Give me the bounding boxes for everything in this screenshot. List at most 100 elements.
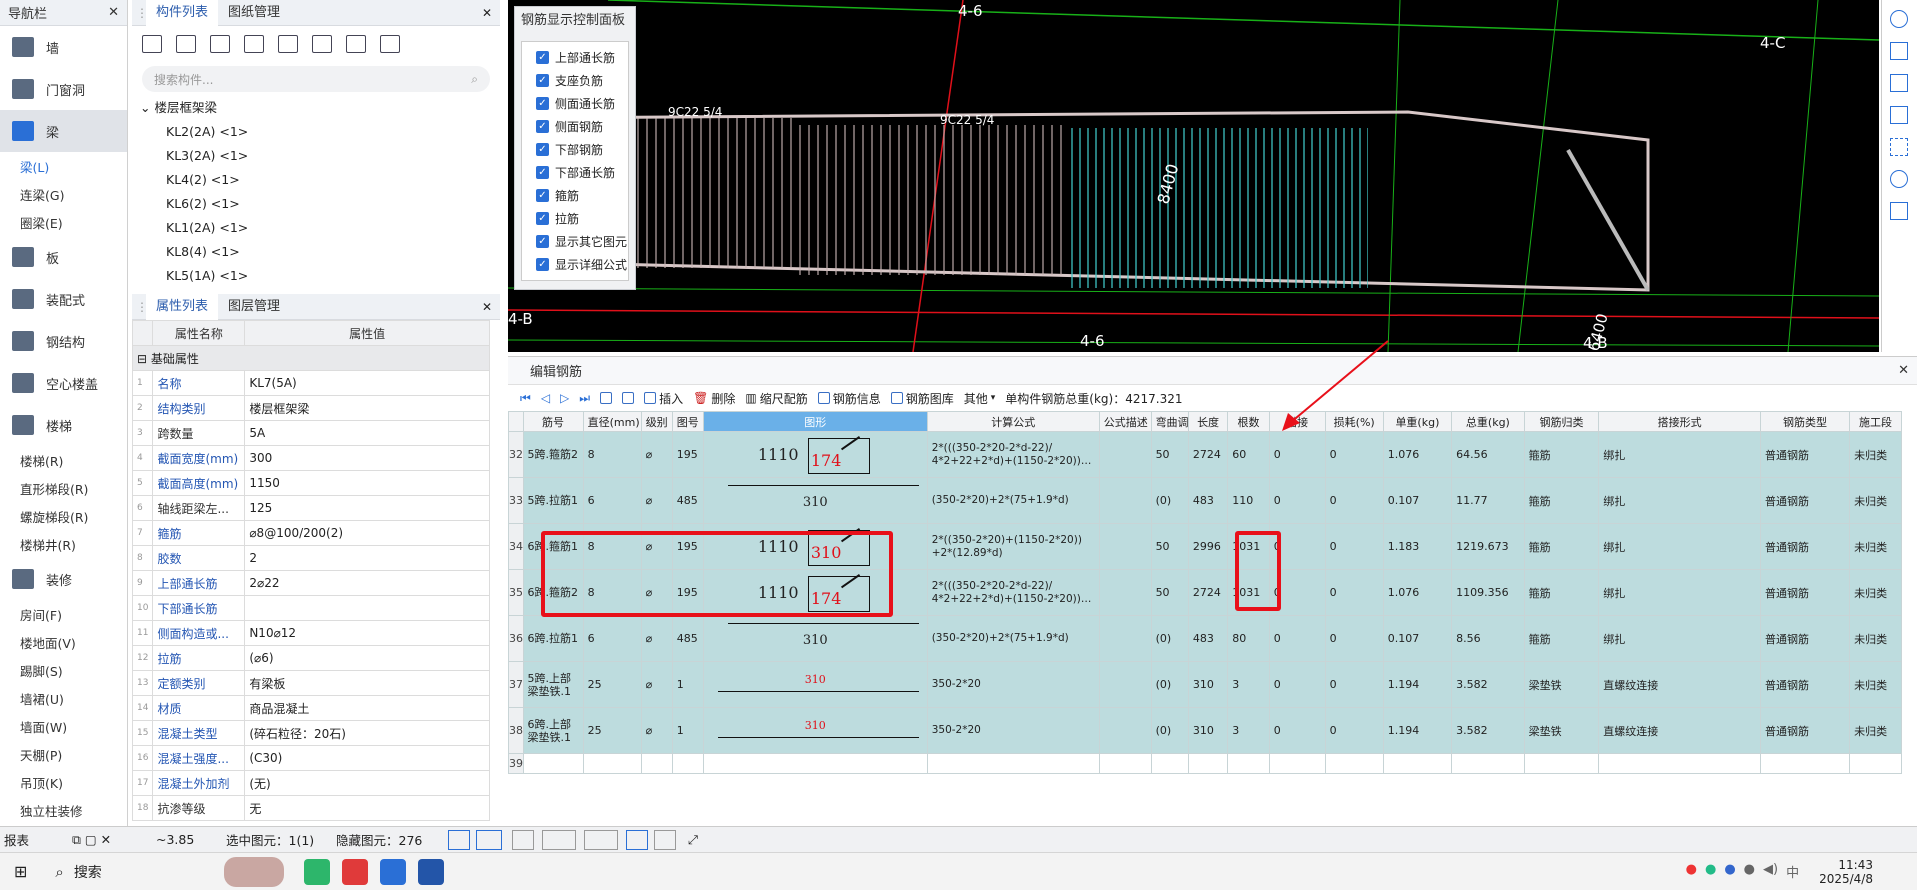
empty-cell[interactable] [1268,753,1326,774]
orbit-icon[interactable] [1890,10,1908,28]
nav-item[interactable]: 楼梯 [0,404,127,446]
property-value[interactable]: N10⌀12 [244,620,490,646]
list-icon[interactable] [380,35,400,53]
empty-cell[interactable] [1098,753,1152,774]
empty-cell[interactable] [1523,753,1600,774]
property-value[interactable]: 无 [244,795,490,821]
cell-desc[interactable] [1098,523,1152,570]
cell-formula[interactable]: (350-2*20)+2*(75+1.9*d) [926,477,1100,524]
cell-len[interactable]: 2724 [1187,431,1229,478]
drag-handle-icon[interactable]: ⋮ [132,6,148,20]
cell-fig[interactable]: 485 [671,477,704,524]
nav-item[interactable]: 连梁(G) [0,180,127,208]
cell-dia[interactable]: 6 [582,477,642,524]
cell-cat[interactable]: 梁垫铁 [1523,661,1600,708]
settings-icon[interactable] [1890,170,1908,188]
rebar-info-button[interactable]: 钢筋信息 [817,390,881,407]
scale-rebar-button[interactable]: ▥ 缩尺配筋 [745,390,807,407]
tab-property-list[interactable]: 属性列表 [146,293,219,320]
prev-icon[interactable]: ◁ [541,391,550,405]
cell-cat[interactable]: 箍筋 [1523,431,1600,478]
nav-item[interactable]: 圈梁(E) [0,208,127,236]
cell-seg[interactable]: 未归类 [1849,477,1902,524]
nav-item[interactable]: 直形梯段(R) [0,474,127,502]
windows-icon[interactable]: ⊞ [14,862,27,881]
component-item[interactable]: KL2(2A) <1> [140,120,500,144]
cell-len[interactable]: 310 [1187,661,1229,708]
column-header[interactable]: 直径(mm) [582,411,642,432]
cell-len[interactable]: 2724 [1187,569,1229,616]
nav-item[interactable]: 梁 [0,110,127,152]
new-icon[interactable] [142,35,162,53]
empty-cell[interactable] [1150,753,1189,774]
cell-lap[interactable]: 0 [1268,661,1326,708]
next-icon[interactable]: ▷ [560,391,569,405]
nav-item[interactable]: 楼梯(R) [0,446,127,474]
cell-total[interactable]: 64.56 [1451,431,1525,478]
snap-icon[interactable] [476,829,502,850]
nav-item[interactable]: 独立柱装修 [0,796,127,824]
component-item[interactable]: KL1(2A) <1> [140,216,500,240]
property-value[interactable]: KL7(5A) [244,370,490,396]
property-value[interactable]: 有梁板 [244,670,490,696]
delete-button[interactable]: 🗑 删除 [693,390,735,407]
cell-lapType[interactable]: 绑扎 [1598,569,1761,616]
nav-item[interactable]: 楼地面(V) [0,628,127,656]
column-header[interactable]: 施工段 [1849,411,1902,432]
property-row[interactable]: 13 定额类别 有梁板 [131,670,490,696]
search-icon[interactable]: ⌕ [471,72,478,87]
column-header[interactable]: 钢筋类型 [1759,411,1851,432]
cell-seg[interactable]: 未归类 [1849,707,1902,754]
display-checkbox[interactable]: ✓ 箍筋 [522,184,628,207]
cell-lap[interactable]: 0 [1268,431,1326,478]
cell-len[interactable]: 310 [1187,707,1229,754]
clock[interactable]: 11:43 2025/4/8 [1819,858,1873,886]
rebar-shape[interactable]: 310 [702,707,928,754]
grid-snap-icon[interactable] [626,829,648,850]
cell-dia[interactable]: 25 [582,661,642,708]
report-tab[interactable]: 报表 [0,830,72,849]
cell-lapType[interactable]: 绑扎 [1598,431,1761,478]
cell-name[interactable]: 6跨.拉筋1 [522,615,584,662]
nav-item[interactable]: 房间(F) [0,600,127,628]
column-header[interactable]: 图号 [671,411,704,432]
drag-handle-icon[interactable]: ⋮ [132,300,148,314]
column-header[interactable]: 筋号 [522,411,584,432]
cell-cat[interactable]: 箍筋 [1523,477,1600,524]
layer-copy-icon[interactable] [244,35,264,53]
cell-loss[interactable]: 0 [1324,477,1384,524]
property-value[interactable]: 5A [244,420,490,446]
taskbar-search[interactable]: 搜索 [74,862,224,882]
nav-item[interactable]: 梁(L) [0,152,127,180]
cell-loss[interactable]: 0 [1324,431,1384,478]
rebar-shape[interactable]: 310 [702,477,928,524]
nav-item[interactable]: 钢结构 [0,320,127,362]
ortho-icon[interactable] [448,829,470,850]
nav-item[interactable]: 螺旋梯段(R) [0,502,127,530]
rebar-row[interactable]: 37 5跨.上部梁垫铁.1 25 ⌀ 1 310 350-2*20 (0) 310 3 0 0 1.19… [508,661,1902,708]
cell-grade[interactable]: ⌀ [640,615,673,662]
column-header[interactable]: 根数 [1227,411,1270,432]
cell-fig[interactable]: 195 [671,431,704,478]
cell-total[interactable]: 1219.673 [1451,523,1525,570]
cell-bend[interactable]: 50 [1150,431,1189,478]
tray-icon[interactable]: ● [1686,862,1697,881]
nav-item[interactable]: 踢脚(S) [0,656,127,684]
close-icon[interactable]: ✕ [1898,363,1909,378]
nav-item[interactable]: 墙 [0,26,127,68]
rebar-shape[interactable]: 1110 174 [702,431,928,478]
cell-len[interactable]: 483 [1187,615,1229,662]
rebar-row[interactable]: 36 6跨.拉筋1 6 ⌀ 485 310 (350-2*20)+2*(75+1.9*d) (… [508,615,1902,662]
property-value[interactable]: 商品混凝土 [244,695,490,721]
dimension-icon[interactable] [584,829,618,850]
app-icon[interactable] [379,858,406,885]
cell-unit[interactable]: 0.107 [1382,477,1453,524]
cell-type[interactable]: 普通钢筋 [1759,707,1851,754]
display-checkbox[interactable]: ✓ 上部通长筋 [522,46,628,69]
cell-seg[interactable]: 未归类 [1849,523,1902,570]
last-icon[interactable]: ⏭ [579,391,590,406]
tray-icon[interactable]: ● [1724,862,1735,881]
property-row[interactable]: 8 胶数 2 [131,545,490,571]
rebar-row[interactable]: 33 5跨.拉筋1 6 ⌀ 485 310 (350-2*20)+2*(75+1.9*d) (… [508,477,1902,524]
angle-icon[interactable] [542,829,576,850]
